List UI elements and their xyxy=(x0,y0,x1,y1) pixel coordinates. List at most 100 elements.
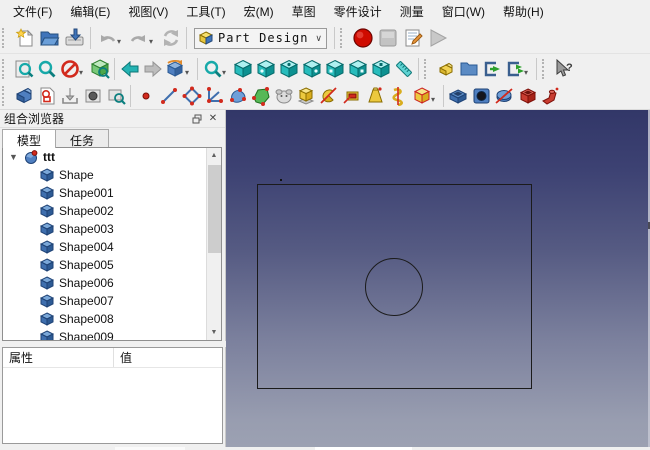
toolbar-grip[interactable] xyxy=(2,28,9,48)
tree-item-shape[interactable]: Shape002 xyxy=(3,202,221,220)
tree-item-shape[interactable]: Shape xyxy=(3,166,221,184)
navigate-back-icon[interactable] xyxy=(118,58,141,81)
chevron-down-icon[interactable]: ▼ xyxy=(9,152,21,162)
menu-item-edit[interactable]: 编辑(E) xyxy=(61,0,119,23)
menu-item-partdesign[interactable]: 零件设计 xyxy=(325,0,391,23)
tree-item-shape[interactable]: Shape005 xyxy=(3,256,221,274)
refresh-icon[interactable] xyxy=(158,26,183,51)
validate-sketch-icon[interactable] xyxy=(104,85,127,108)
tree-scrollbar[interactable]: ▲ ▼ xyxy=(206,148,221,340)
tree-item-shape[interactable]: Shape003 xyxy=(3,220,221,238)
toolbar-grip[interactable] xyxy=(2,59,9,79)
create-sketch-icon[interactable] xyxy=(35,85,58,108)
new-document-icon[interactable] xyxy=(12,26,37,51)
helix-icon[interactable] xyxy=(387,85,410,108)
map-sketch-icon[interactable] xyxy=(58,85,81,108)
view-rear-icon[interactable] xyxy=(323,58,346,81)
tree-item-shape[interactable]: Shape006 xyxy=(3,274,221,292)
toolbar-grip[interactable] xyxy=(2,86,9,106)
save-document-icon[interactable] xyxy=(62,26,87,51)
make-sub-link-icon[interactable] xyxy=(503,58,526,81)
tree-item-shape[interactable]: Shape008 xyxy=(3,310,221,328)
loft-icon[interactable] xyxy=(364,85,387,108)
create-point-icon[interactable] xyxy=(134,85,157,108)
make-link-icon[interactable] xyxy=(480,58,503,81)
menu-item-help[interactable]: 帮助(H) xyxy=(494,0,553,23)
macro-edit-icon[interactable] xyxy=(400,26,425,51)
create-bspline-icon[interactable] xyxy=(226,85,249,108)
macro-stop-icon[interactable] xyxy=(375,26,400,51)
groove-yellow-icon[interactable] xyxy=(341,85,364,108)
view-rotate-dropdown-icon[interactable]: ▾ xyxy=(185,68,193,77)
primitive-box-icon[interactable] xyxy=(410,85,433,108)
view-front-icon[interactable] xyxy=(254,58,277,81)
zoom-icon[interactable] xyxy=(201,58,224,81)
macro-record-icon[interactable] xyxy=(350,26,375,51)
menu-item-sketch[interactable]: 草图 xyxy=(283,0,325,23)
tab-tasks[interactable]: 任务 xyxy=(55,129,109,148)
macro-run-icon[interactable] xyxy=(425,26,450,51)
undo-dropdown-icon[interactable]: ▾ xyxy=(117,37,125,46)
zoom-dropdown-icon[interactable]: ▾ xyxy=(222,68,230,77)
menu-item-measure[interactable]: 测量 xyxy=(391,0,433,23)
view-left-icon[interactable] xyxy=(369,58,392,81)
measure-distance-icon[interactable] xyxy=(392,58,415,81)
tree-item-shape[interactable]: Shape009 xyxy=(3,328,221,341)
view-isometric-icon[interactable] xyxy=(231,58,254,81)
scrollbar-thumb[interactable] xyxy=(208,165,221,253)
create-polyline-icon[interactable] xyxy=(203,85,226,108)
tab-model[interactable]: 模型 xyxy=(2,129,56,148)
create-line-icon[interactable] xyxy=(157,85,180,108)
redo-dropdown-icon[interactable]: ▾ xyxy=(149,37,157,46)
menu-item-view[interactable]: 视图(V) xyxy=(119,0,177,23)
fit-selection-icon[interactable] xyxy=(35,58,58,81)
combo-view-titlebar[interactable]: 组合浏览器 ✕ xyxy=(0,110,225,128)
tree-item-shape[interactable]: Shape001 xyxy=(3,184,221,202)
pipe-red-icon[interactable] xyxy=(539,85,562,108)
viewport-3d[interactable] xyxy=(226,110,650,447)
section-view-icon[interactable] xyxy=(81,85,104,108)
view-top-icon[interactable] xyxy=(277,58,300,81)
menu-item-macro[interactable]: 宏(M) xyxy=(235,0,283,23)
draw-style-dropdown-icon[interactable]: ▾ xyxy=(79,68,87,77)
undo-icon[interactable] xyxy=(94,26,119,51)
navigate-forward-icon[interactable] xyxy=(141,58,164,81)
open-document-icon[interactable] xyxy=(37,26,62,51)
tree-item-document[interactable]: ▼ ttt xyxy=(3,148,221,166)
toolbar-grip[interactable] xyxy=(340,28,347,48)
scroll-down-icon[interactable]: ▼ xyxy=(207,325,221,340)
menu-item-window[interactable]: 窗口(W) xyxy=(433,0,494,23)
selection-view-icon[interactable] xyxy=(88,58,111,81)
part-icon[interactable] xyxy=(434,58,457,81)
tree-item-shape[interactable]: Shape007 xyxy=(3,292,221,310)
menu-item-tools[interactable]: 工具(T) xyxy=(177,0,234,23)
create-face-icon[interactable] xyxy=(272,85,295,108)
tree-item-shape[interactable]: Shape004 xyxy=(3,238,221,256)
view-right-icon[interactable] xyxy=(300,58,323,81)
view-bottom-icon[interactable] xyxy=(346,58,369,81)
redo-icon[interactable] xyxy=(126,26,151,51)
sketch-circle[interactable] xyxy=(365,258,423,316)
groove-icon[interactable] xyxy=(493,85,516,108)
pocket-red-icon[interactable] xyxy=(516,85,539,108)
create-body-icon[interactable] xyxy=(12,85,35,108)
view-rotate-icon[interactable] xyxy=(164,58,187,81)
toolbar-grip[interactable] xyxy=(542,59,549,79)
whats-this-icon[interactable]: ? xyxy=(552,58,575,81)
toolbar-grip[interactable] xyxy=(424,59,431,79)
close-panel-icon[interactable]: ✕ xyxy=(205,112,221,126)
float-panel-icon[interactable] xyxy=(189,112,205,126)
create-rectangle-icon[interactable] xyxy=(180,85,203,108)
fit-all-icon[interactable] xyxy=(12,58,35,81)
primitive-dropdown-icon[interactable]: ▾ xyxy=(431,95,439,104)
group-icon[interactable] xyxy=(457,58,480,81)
hole-icon[interactable] xyxy=(470,85,493,108)
draw-style-icon[interactable] xyxy=(58,58,81,81)
pad-icon[interactable] xyxy=(295,85,318,108)
scroll-up-icon[interactable]: ▲ xyxy=(207,148,221,163)
workbench-selector[interactable]: Part Design ∨ xyxy=(194,28,327,49)
revolution-icon[interactable] xyxy=(318,85,341,108)
link-dropdown-icon[interactable]: ▾ xyxy=(524,68,532,77)
menu-item-file[interactable]: 文件(F) xyxy=(4,0,61,23)
create-polygon-icon[interactable] xyxy=(249,85,272,108)
